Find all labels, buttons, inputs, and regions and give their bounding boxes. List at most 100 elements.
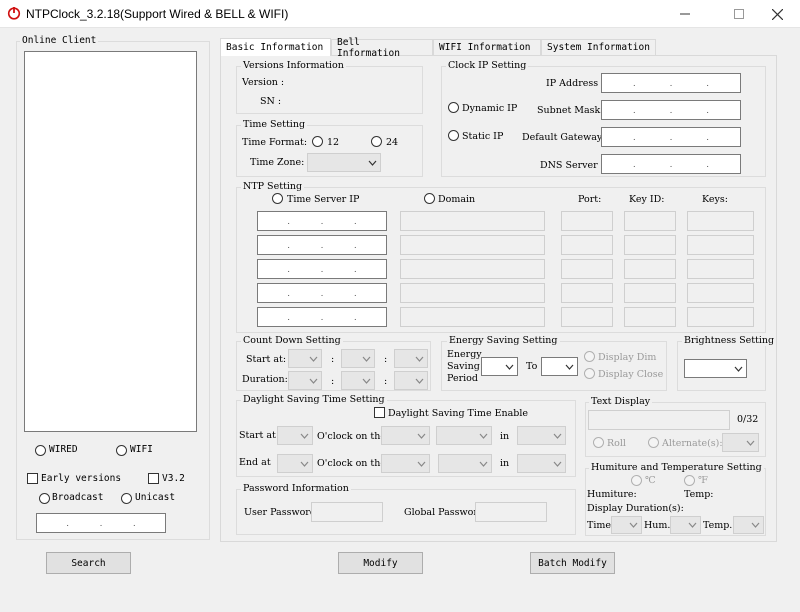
versions-title: Versions Information — [241, 60, 346, 71]
chevron-down-icon — [565, 364, 574, 370]
static-ip-radio[interactable] — [448, 130, 459, 141]
time-server-ip-radio[interactable] — [272, 193, 283, 204]
duration-hum-select[interactable] — [670, 516, 701, 534]
global-password-input[interactable] — [475, 502, 547, 522]
wired-radio[interactable] — [35, 445, 46, 456]
ntp-server-ip-input[interactable]: ... — [257, 211, 387, 231]
brightness-title: Brightness Setting — [682, 335, 777, 346]
dst-start-week[interactable] — [381, 426, 430, 445]
unicast-radio[interactable] — [121, 493, 132, 504]
chevron-down-icon — [300, 433, 309, 439]
brightness-select[interactable] — [684, 359, 747, 378]
ntp-keys-input[interactable] — [687, 235, 754, 255]
ntp-domain-input[interactable] — [400, 307, 545, 327]
celsius-label: ℃ — [645, 475, 656, 486]
online-client-list[interactable] — [24, 51, 197, 432]
ip-address-input[interactable]: ... — [601, 73, 741, 93]
dst-end-day[interactable] — [438, 454, 492, 473]
ntp-keys-input[interactable] — [687, 211, 754, 231]
ntp-port-input[interactable] — [561, 211, 613, 231]
ntp-key-id-input[interactable] — [624, 211, 676, 231]
display-close-radio[interactable] — [584, 368, 595, 379]
minimize-button[interactable] — [662, 0, 708, 28]
ntp-domain-input[interactable] — [400, 211, 545, 231]
tab-system-information[interactable]: System Information — [541, 39, 656, 55]
roll-radio[interactable] — [593, 437, 604, 448]
alternate-select[interactable] — [722, 433, 759, 452]
ntp-key-id-input[interactable] — [624, 307, 676, 327]
energy-from-select[interactable] — [481, 357, 518, 376]
default-gateway-input[interactable]: ... — [601, 127, 741, 147]
ntp-server-ip-input[interactable]: ... — [257, 235, 387, 255]
fahrenheit-radio[interactable] — [684, 475, 695, 486]
ntp-domain-input[interactable] — [400, 283, 545, 303]
ntp-key-id-input[interactable] — [624, 235, 676, 255]
alternate-label: Alternate(s): — [662, 438, 723, 449]
time-zone-select[interactable] — [307, 153, 381, 172]
modify-button[interactable]: Modify — [338, 552, 423, 574]
tab-wifi-information[interactable]: WIFI Information — [433, 39, 541, 55]
text-display-input[interactable] — [588, 410, 730, 430]
ntp-server-ip-input[interactable]: ... — [257, 283, 387, 303]
unicast-ip-input[interactable]: ... — [36, 513, 166, 533]
domain-radio[interactable] — [424, 193, 435, 204]
broadcast-radio[interactable] — [39, 493, 50, 504]
countdown-duration-second[interactable] — [394, 371, 428, 390]
countdown-duration-minute[interactable] — [341, 371, 375, 390]
format-12-radio[interactable] — [312, 136, 323, 147]
chevron-down-icon — [751, 522, 760, 528]
countdown-start-hour[interactable] — [288, 349, 322, 368]
countdown-duration-hour[interactable] — [288, 371, 322, 390]
ntp-keys-input[interactable] — [687, 259, 754, 279]
ntp-server-ip-input[interactable]: ... — [257, 259, 387, 279]
display-close-label: Display Close — [598, 369, 664, 380]
close-button[interactable] — [754, 0, 800, 28]
format-24-radio[interactable] — [371, 136, 382, 147]
countdown-start-second[interactable] — [394, 349, 428, 368]
ntp-server-ip-input[interactable]: ... — [257, 307, 387, 327]
dst-start-day[interactable] — [436, 426, 492, 445]
early-versions-checkbox[interactable] — [27, 473, 38, 484]
ntp-keys-input[interactable] — [687, 307, 754, 327]
user-password-input[interactable] — [311, 502, 383, 522]
power-icon — [7, 7, 21, 20]
dst-end-month[interactable] — [517, 454, 566, 473]
dst-end-week[interactable] — [381, 454, 430, 473]
ntp-keys-input[interactable] — [687, 283, 754, 303]
chevron-down-icon — [417, 461, 426, 467]
ntp-port-input[interactable] — [561, 307, 613, 327]
ntp-port-input[interactable] — [561, 259, 613, 279]
search-button[interactable]: Search — [46, 552, 131, 574]
duration-time-select[interactable] — [611, 516, 642, 534]
chevron-down-icon — [688, 522, 697, 528]
subnet-mask-input[interactable]: ... — [601, 100, 741, 120]
ntp-domain-input[interactable] — [400, 259, 545, 279]
dst-start-hour[interactable] — [277, 426, 313, 445]
dst-in-label: in — [500, 431, 510, 442]
celsius-radio[interactable] — [631, 475, 642, 486]
duration-temp-select[interactable] — [733, 516, 764, 534]
energy-to-select[interactable] — [541, 357, 578, 376]
chevron-down-icon — [629, 522, 638, 528]
ntp-key-id-input[interactable] — [624, 259, 676, 279]
display-dim-radio[interactable] — [584, 351, 595, 362]
countdown-start-minute[interactable] — [341, 349, 375, 368]
ntp-domain-input[interactable] — [400, 235, 545, 255]
tab-basic-information[interactable]: Basic Information — [220, 38, 331, 56]
dst-enable-checkbox[interactable] — [374, 407, 385, 418]
wifi-radio[interactable] — [116, 445, 127, 456]
energy-saving-label-1: Energy — [447, 349, 482, 360]
ntp-port-input[interactable] — [561, 235, 613, 255]
v32-label: V3.2 — [162, 473, 185, 484]
tab-bell-information[interactable]: Bell Information — [331, 37, 433, 59]
dst-start-month[interactable] — [517, 426, 566, 445]
energy-to-label: To — [526, 361, 538, 372]
dns-server-input[interactable]: ... — [601, 154, 741, 174]
alternate-radio[interactable] — [648, 437, 659, 448]
batch-modify-button[interactable]: Batch Modify — [530, 552, 615, 574]
dst-end-hour[interactable] — [277, 454, 313, 473]
dynamic-ip-radio[interactable] — [448, 102, 459, 113]
v32-checkbox[interactable] — [148, 473, 159, 484]
ntp-key-id-input[interactable] — [624, 283, 676, 303]
ntp-port-input[interactable] — [561, 283, 613, 303]
